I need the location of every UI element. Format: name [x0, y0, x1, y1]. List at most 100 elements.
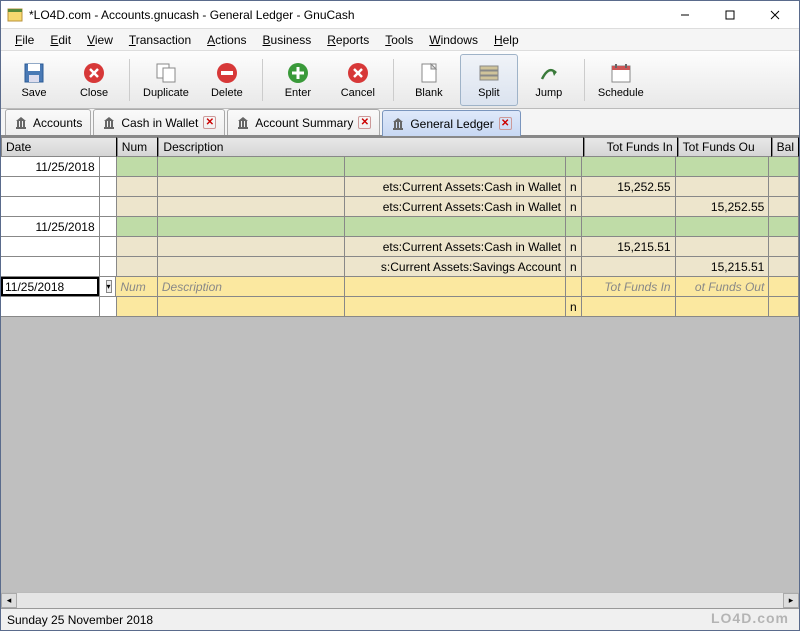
grid-body[interactable]: 11/25/2018ets:Current Assets:Cash in Wal… — [1, 157, 799, 592]
cell-funds-out[interactable]: 15,215.51 — [676, 257, 770, 276]
cell-reconcile[interactable] — [566, 277, 582, 296]
cell-bal[interactable] — [769, 197, 799, 216]
menu-actions[interactable]: Actions — [199, 31, 254, 49]
maximize-button[interactable] — [707, 2, 752, 28]
col-desc[interactable]: Description — [158, 137, 583, 157]
cell-account[interactable]: ets:Current Assets:Cash in Wallet — [345, 237, 566, 256]
col-funds-out[interactable]: Tot Funds Ou — [678, 137, 772, 157]
tab-general-ledger[interactable]: General Ledger✕ — [382, 110, 520, 136]
cell-funds-out[interactable] — [676, 297, 770, 316]
cell-desc[interactable] — [158, 157, 345, 176]
cell-funds-out[interactable] — [676, 177, 770, 196]
tab-accounts[interactable]: Accounts — [5, 109, 91, 135]
cell-bal[interactable] — [769, 277, 799, 296]
cell-reconcile[interactable]: n — [566, 197, 582, 216]
menu-windows[interactable]: Windows — [421, 31, 486, 49]
cell-funds-in[interactable] — [582, 197, 676, 216]
date-dropdown[interactable]: ▾ — [100, 277, 117, 296]
col-num[interactable]: Num — [117, 137, 159, 157]
col-date[interactable]: Date — [1, 137, 117, 157]
date-input[interactable]: 11/25/2018 — [5, 280, 64, 294]
cell-num[interactable] — [117, 197, 159, 216]
cell-desc[interactable] — [158, 257, 345, 276]
cell-desc[interactable] — [158, 217, 345, 236]
scroll-left-button[interactable]: ◂ — [1, 593, 17, 608]
minimize-button[interactable] — [662, 2, 707, 28]
cell-out[interactable] — [676, 157, 770, 176]
save-button[interactable]: Save — [5, 54, 63, 106]
cell-acct[interactable] — [345, 157, 566, 176]
cell-bal[interactable] — [769, 297, 799, 316]
scroll-right-button[interactable]: ▸ — [783, 593, 799, 608]
cell-account[interactable]: ets:Current Assets:Cash in Wallet — [345, 197, 566, 216]
tab-account-summary[interactable]: Account Summary✕ — [227, 109, 380, 135]
cell-in[interactable] — [582, 157, 676, 176]
cell-num[interactable] — [117, 297, 159, 316]
tab-cash-in-wallet[interactable]: Cash in Wallet✕ — [93, 109, 225, 135]
schedule-button[interactable]: Schedule — [591, 54, 651, 106]
menu-help[interactable]: Help — [486, 31, 527, 49]
cell-reconcile[interactable]: n — [566, 177, 582, 196]
cell-desc[interactable] — [158, 177, 345, 196]
ledger-row[interactable]: ets:Current Assets:Cash in Walletn15,215… — [1, 237, 799, 257]
cancel-button[interactable]: Cancel — [329, 54, 387, 106]
cell-date[interactable]: 11/25/2018 — [1, 217, 100, 236]
cell-desc[interactable]: Description — [158, 277, 345, 296]
tab-close-icon[interactable]: ✕ — [358, 116, 371, 129]
enter-button[interactable]: Enter — [269, 54, 327, 106]
menu-transaction[interactable]: Transaction — [121, 31, 199, 49]
close-button[interactable]: Close — [65, 54, 123, 106]
cell-date[interactable]: 11/25/2018 — [1, 157, 100, 176]
cell-account[interactable]: s:Current Assets:Savings Account — [345, 257, 566, 276]
cell-account[interactable] — [345, 297, 566, 316]
cell-desc[interactable] — [158, 197, 345, 216]
cell-bal[interactable] — [769, 157, 799, 176]
cell-out[interactable] — [676, 217, 770, 236]
menu-view[interactable]: View — [79, 31, 121, 49]
ledger-row[interactable]: 11/25/2018▾NumDescriptionTot Funds Inot … — [1, 277, 799, 297]
menu-business[interactable]: Business — [255, 31, 320, 49]
jump-button[interactable]: Jump — [520, 54, 578, 106]
cell-num[interactable] — [117, 257, 159, 276]
blank-button[interactable]: Blank — [400, 54, 458, 106]
menu-reports[interactable]: Reports — [319, 31, 377, 49]
ledger-row[interactable]: 11/25/2018 — [1, 217, 799, 237]
cell-acct[interactable] — [345, 217, 566, 236]
cell-num[interactable] — [117, 157, 159, 176]
cell-bal[interactable] — [769, 237, 799, 256]
cell-reconcile[interactable]: n — [566, 297, 582, 316]
cell-funds-out[interactable]: 15,252.55 — [676, 197, 770, 216]
cell-bal[interactable] — [769, 217, 799, 236]
cell-num[interactable] — [117, 237, 159, 256]
cell-account[interactable]: ets:Current Assets:Cash in Wallet — [345, 177, 566, 196]
cell-n[interactable] — [566, 157, 582, 176]
cell-num[interactable] — [117, 217, 159, 236]
cell-desc[interactable] — [158, 297, 345, 316]
chevron-down-icon[interactable]: ▾ — [106, 280, 112, 293]
duplicate-button[interactable]: Duplicate — [136, 54, 196, 106]
cell-num[interactable] — [117, 177, 159, 196]
cell-bal[interactable] — [769, 257, 799, 276]
cell-n[interactable] — [566, 217, 582, 236]
delete-button[interactable]: Delete — [198, 54, 256, 106]
cell-in[interactable] — [582, 217, 676, 236]
close-button[interactable] — [752, 2, 797, 28]
cell-reconcile[interactable]: n — [566, 237, 582, 256]
cell-funds-in[interactable]: Tot Funds In — [582, 277, 676, 296]
cell-date-edit[interactable]: 11/25/2018 — [1, 277, 100, 296]
ledger-row[interactable]: s:Current Assets:Savings Accountn 15,215.… — [1, 257, 799, 277]
menu-edit[interactable]: Edit — [42, 31, 79, 49]
cell-num[interactable]: Num — [116, 277, 158, 296]
ledger-row[interactable]: ets:Current Assets:Cash in Walletn15,252… — [1, 177, 799, 197]
cell-funds-in[interactable]: 15,252.55 — [582, 177, 676, 196]
ledger-row[interactable]: 11/25/2018 — [1, 157, 799, 177]
col-balance[interactable]: Bal — [772, 137, 799, 157]
scroll-track[interactable] — [17, 593, 783, 608]
split-button[interactable]: Split — [460, 54, 518, 106]
tab-close-icon[interactable]: ✕ — [499, 117, 512, 130]
cell-funds-in[interactable] — [582, 297, 676, 316]
ledger-row[interactable]: n — [1, 297, 799, 317]
cell-bal[interactable] — [769, 177, 799, 196]
menu-file[interactable]: File — [7, 31, 42, 49]
cell-reconcile[interactable]: n — [566, 257, 582, 276]
